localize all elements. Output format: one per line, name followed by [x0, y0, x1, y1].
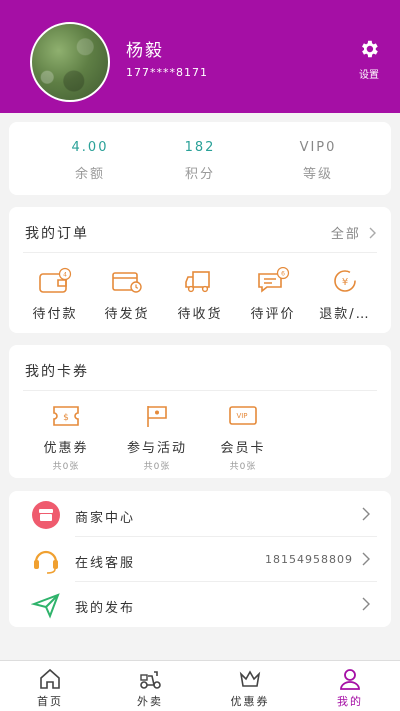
my-orders-card: 我的订单 全部 4 待付款 待发货 待收货 6 待评价 ¥ 退款/… — [9, 207, 391, 333]
menu-my-posts[interactable]: 我的发布 — [9, 582, 391, 627]
order-pending-receipt[interactable]: 待收货 — [164, 267, 236, 322]
orders-all-link[interactable]: 全部 — [331, 223, 377, 242]
order-pending-payment-label: 待付款 — [32, 307, 78, 322]
flag-icon — [147, 406, 167, 427]
coupon-discount[interactable]: $ 优惠券 共0张 — [26, 403, 106, 472]
card-clock-icon — [112, 272, 142, 293]
menu-merchant-center-label: 商家中心 — [75, 511, 136, 526]
menu-my-posts-label: 我的发布 — [75, 601, 136, 616]
tab-takeout-label: 外卖 — [137, 695, 163, 708]
user-icon — [340, 669, 360, 690]
points-label: 积分 — [184, 167, 215, 182]
account-stats: 4.00 余额 182 积分 VIP0 等级 — [9, 122, 391, 195]
phone-number: 177****8171 — [126, 66, 208, 79]
order-pending-shipment[interactable]: 待发货 — [91, 267, 163, 322]
tab-home[interactable]: 首页 — [10, 667, 90, 709]
support-phone-number: 18154958809 — [265, 553, 353, 566]
balance-label: 余额 — [74, 167, 105, 182]
coupon-discount-label: 优惠券 — [43, 441, 89, 456]
orders-title: 我的订单 — [25, 226, 89, 242]
gear-icon — [362, 40, 378, 58]
divider — [23, 252, 377, 253]
svg-text:4: 4 — [63, 272, 67, 279]
service-menu: 商家中心 在线客服 18154958809 我的发布 — [9, 491, 391, 627]
tab-takeout[interactable]: 外卖 — [110, 667, 190, 709]
menu-merchant-center[interactable]: 商家中心 — [9, 492, 391, 537]
coupon-vip-card-label: 会员卡 — [220, 441, 266, 456]
home-icon — [40, 668, 60, 689]
paper-plane-icon — [31, 593, 60, 619]
my-coupons-card: 我的卡券 $ 优惠券 共0张 参与活动 共0张 VIP 会员卡 共0张 — [9, 345, 391, 478]
coupons-title: 我的卡券 — [25, 364, 89, 380]
balance-stat[interactable]: 4.00 余额 — [40, 140, 140, 182]
order-pending-payment[interactable]: 4 待付款 — [19, 267, 91, 322]
coupon-activity[interactable]: 参与活动 共0张 — [117, 403, 197, 472]
headset-icon — [34, 550, 58, 574]
chevron-right-icon — [362, 552, 370, 566]
menu-online-support-label: 在线客服 — [75, 556, 136, 571]
svg-text:$: $ — [63, 413, 69, 423]
svg-text:6: 6 — [281, 271, 285, 278]
tab-coupons-label: 优惠券 — [230, 695, 270, 708]
vip-card-icon: VIP — [229, 406, 257, 425]
comment-icon: 6 — [258, 267, 290, 293]
points-stat[interactable]: 182 积分 — [150, 140, 250, 182]
wallet-icon: 4 — [39, 267, 72, 293]
tab-mine-label: 我的 — [337, 695, 363, 708]
orders-all-label: 全部 — [330, 227, 361, 242]
tab-mine[interactable]: 我的 — [310, 667, 390, 709]
order-refund-label: 退款/… — [319, 307, 371, 322]
refund-icon: ¥ — [334, 270, 356, 292]
svg-text:¥: ¥ — [342, 277, 348, 288]
settings-label: 设置 — [359, 70, 379, 81]
order-refund[interactable]: ¥ 退款/… — [309, 267, 381, 322]
svg-text:VIP: VIP — [236, 412, 247, 420]
scooter-icon — [140, 671, 161, 689]
level-value: VIP0 — [299, 140, 337, 155]
crown-icon — [239, 670, 261, 687]
points-value: 182 — [184, 140, 216, 155]
coupon-icon: $ — [53, 406, 79, 426]
menu-online-support[interactable]: 在线客服 18154958809 — [9, 537, 391, 582]
coupon-activity-count: 共0张 — [143, 462, 171, 472]
coupon-discount-count: 共0张 — [52, 462, 80, 472]
settings-button[interactable]: 设置 — [352, 38, 386, 81]
bottom-tab-bar: 首页 外卖 优惠券 我的 — [0, 660, 400, 711]
chevron-right-icon — [362, 597, 370, 611]
level-stat[interactable]: VIP0 等级 — [268, 140, 368, 182]
tab-coupons[interactable]: 优惠券 — [210, 667, 290, 709]
divider — [23, 390, 377, 391]
chevron-right-icon — [369, 227, 376, 239]
order-pending-receipt-label: 待收货 — [177, 307, 223, 322]
truck-icon — [185, 271, 210, 293]
level-label: 等级 — [302, 167, 333, 182]
profile-header: 杨毅 177****8171 设置 — [0, 0, 400, 113]
balance-value: 4.00 — [71, 140, 109, 155]
order-pending-review[interactable]: 6 待评价 — [237, 267, 309, 322]
avatar[interactable] — [30, 22, 110, 102]
store-icon — [32, 501, 60, 529]
order-pending-review-label: 待评价 — [250, 307, 296, 322]
coupon-activity-label: 参与活动 — [126, 441, 187, 456]
username: 杨毅 — [126, 41, 164, 61]
coupon-vip-card-count: 共0张 — [229, 462, 257, 472]
coupon-vip-card[interactable]: VIP 会员卡 共0张 — [203, 403, 283, 472]
tab-home-label: 首页 — [37, 695, 63, 708]
chevron-right-icon — [362, 507, 370, 521]
order-pending-shipment-label: 待发货 — [104, 307, 150, 322]
